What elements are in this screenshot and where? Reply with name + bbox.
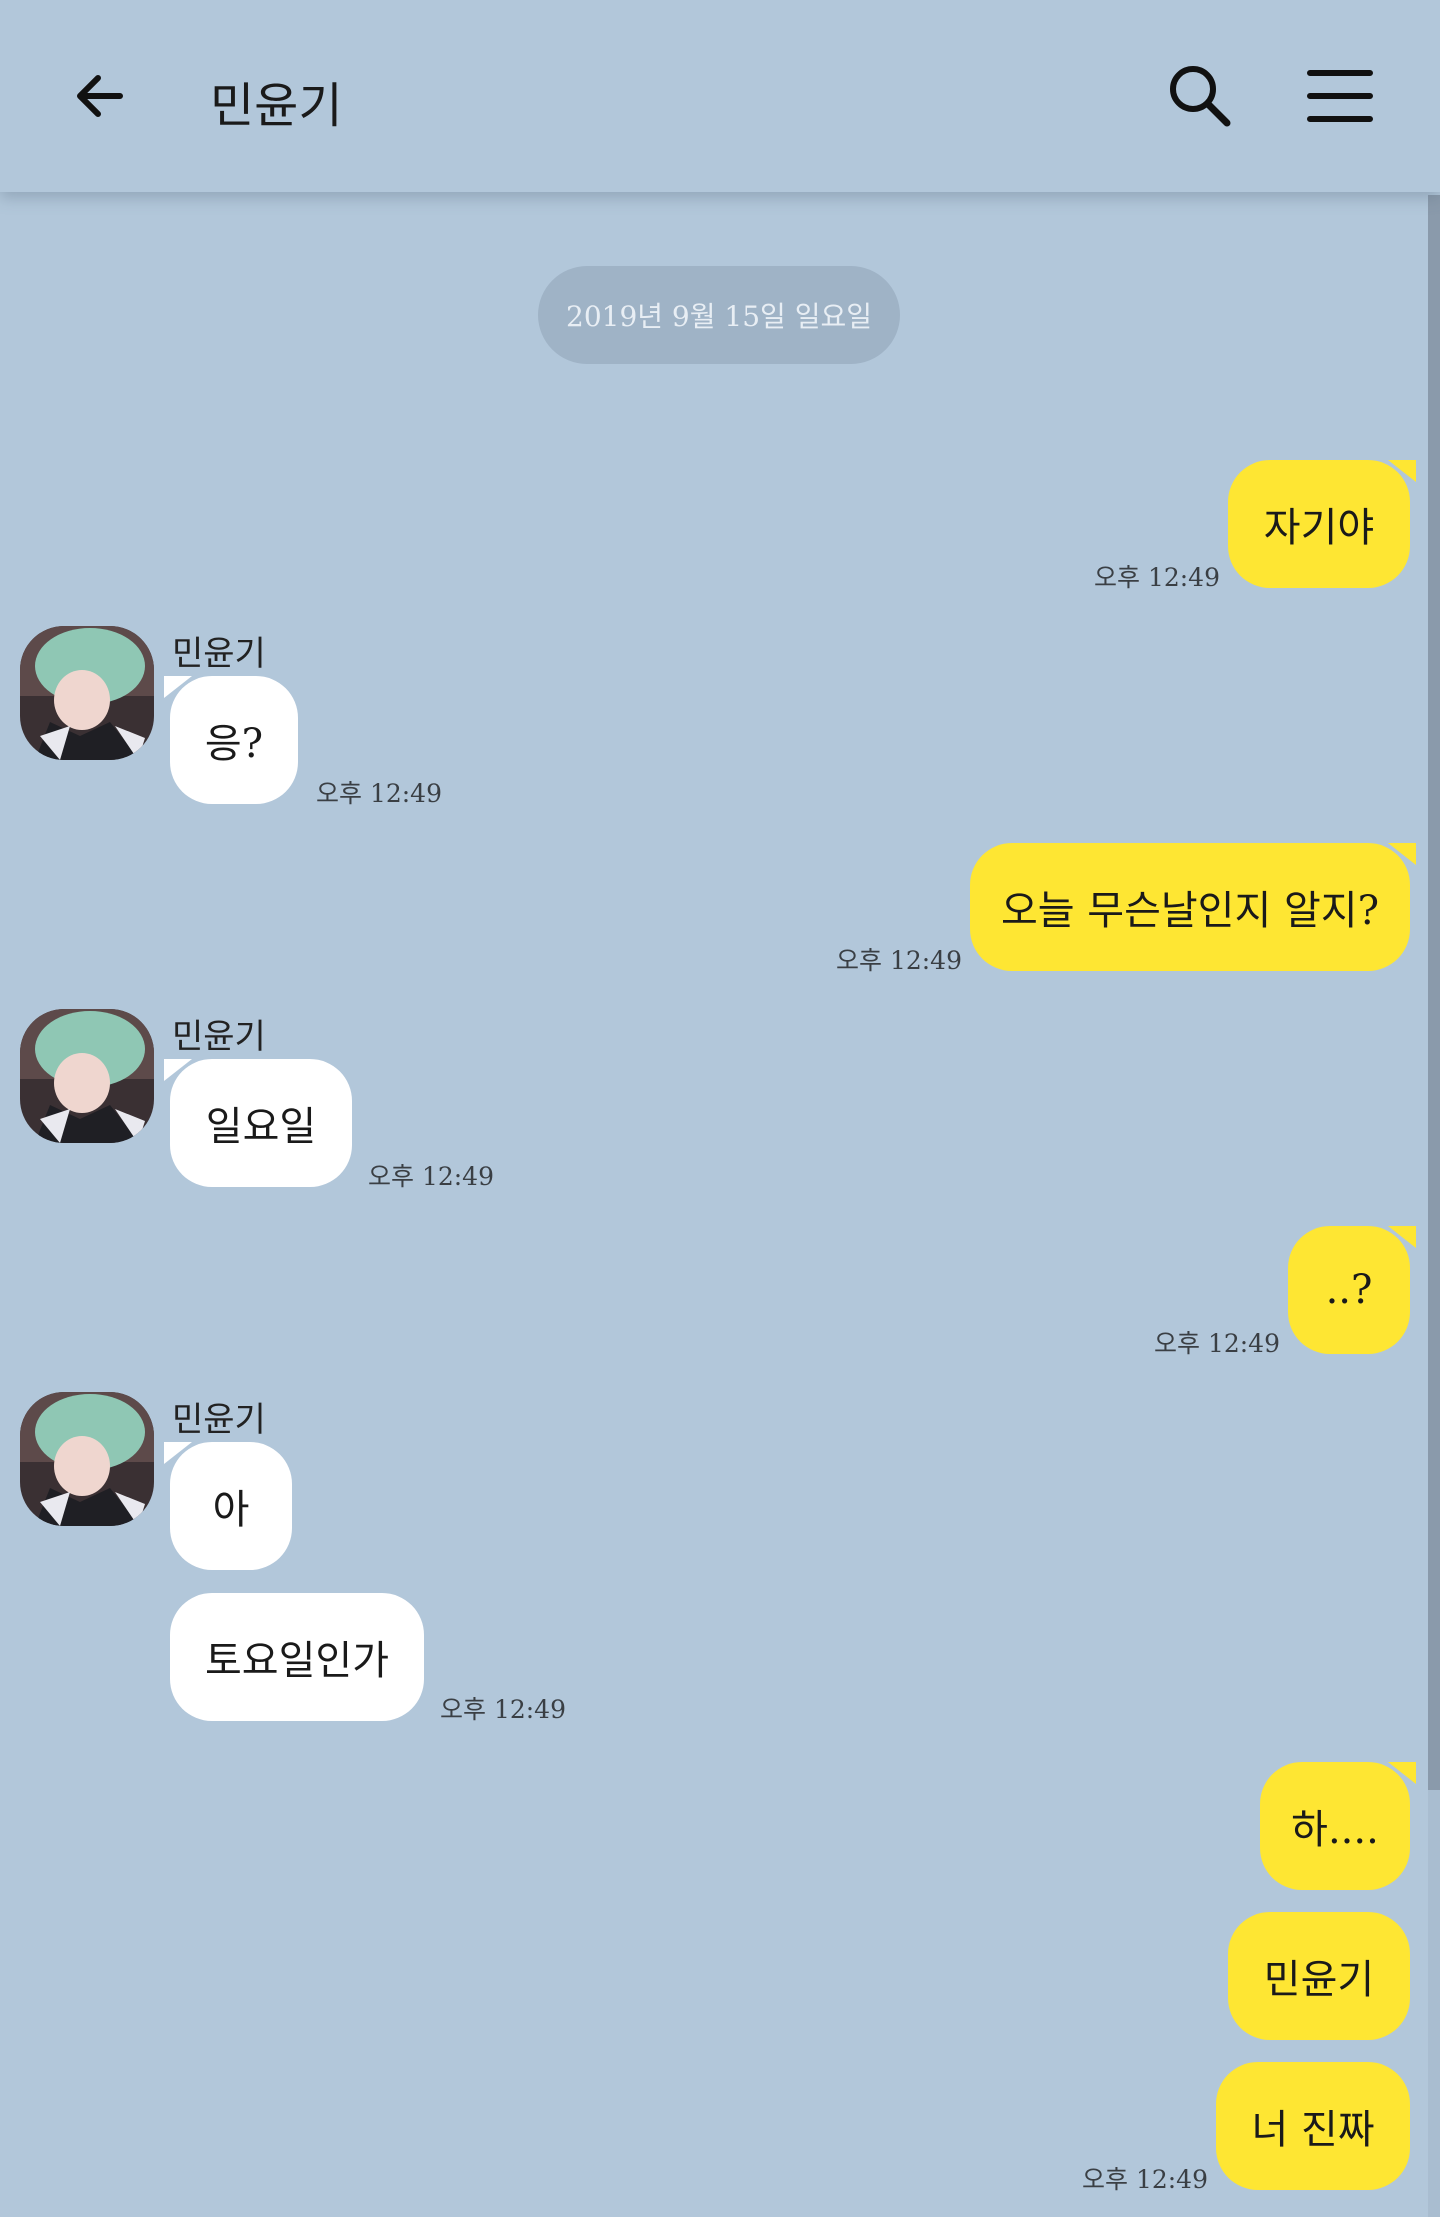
message-text: 하.... — [1291, 1807, 1379, 1853]
sender-name: 민윤기 — [172, 634, 266, 674]
date-divider: 2019년 9월 15일 일요일 — [538, 266, 900, 364]
hamburger-menu-icon — [1307, 70, 1373, 122]
my-message-bubble[interactable]: 오늘 무슨날인지 알지? — [970, 843, 1416, 971]
their-message-bubble[interactable]: 응? — [164, 676, 298, 804]
their-message-bubble[interactable]: 토요일인가 — [170, 1593, 424, 1721]
message-text: 아 — [212, 1487, 250, 1533]
my-message-bubble[interactable]: 자기야 — [1228, 460, 1416, 588]
message-text: 일요일 — [205, 1104, 317, 1150]
message-text: ..? — [1325, 1267, 1373, 1313]
avatar[interactable] — [20, 1392, 154, 1526]
bubble-tail — [164, 1442, 192, 1464]
bubble-tail — [1388, 843, 1416, 865]
message-time: 오후 12:49 — [1154, 1329, 1280, 1358]
profile-photo — [20, 626, 154, 760]
message-time: 오후 12:49 — [1082, 2165, 1208, 2194]
my-message-bubble[interactable]: ..? — [1288, 1226, 1416, 1354]
message-time: 오후 12:49 — [440, 1695, 566, 1724]
bubble-tail — [1388, 1226, 1416, 1248]
search-icon — [1170, 66, 1231, 127]
message-text: 응? — [204, 721, 264, 767]
chat-header: 민윤기 — [0, 0, 1440, 192]
message-text: 너 진짜 — [1251, 2107, 1375, 2153]
my-message-bubble[interactable]: 너 진짜 — [1216, 2062, 1410, 2190]
avatar[interactable] — [20, 1009, 154, 1143]
message-text: 민윤기 — [1263, 1957, 1375, 2003]
search-button[interactable] — [1160, 56, 1240, 136]
bubble-tail — [1388, 460, 1416, 482]
message-text: 자기야 — [1263, 505, 1375, 551]
avatar[interactable] — [20, 626, 154, 760]
chat-screen: 민윤기 2019년 9월 15일 일요일 자기야 오후 12:49 민윤기 응?… — [0, 0, 1440, 2217]
scrollbar[interactable] — [1428, 195, 1440, 2217]
back-button[interactable] — [60, 56, 140, 136]
sender-name: 민윤기 — [172, 1400, 266, 1440]
message-time: 오후 12:49 — [368, 1162, 494, 1191]
their-message-bubble[interactable]: 일요일 — [164, 1059, 352, 1187]
message-time: 오후 12:49 — [1094, 563, 1220, 592]
menu-button[interactable] — [1300, 56, 1380, 136]
my-message-bubble[interactable]: 민윤기 — [1228, 1912, 1410, 2040]
scrollbar-thumb[interactable] — [1428, 195, 1440, 1790]
bubble-tail — [1388, 1762, 1416, 1784]
message-text: 토요일인가 — [205, 1638, 389, 1684]
arrow-left-icon — [77, 75, 123, 117]
message-text: 오늘 무슨날인지 알지? — [1000, 888, 1380, 934]
sender-name: 민윤기 — [172, 1017, 266, 1057]
message-time: 오후 12:49 — [836, 946, 962, 975]
their-message-bubble[interactable]: 아 — [164, 1442, 292, 1570]
message-time: 오후 12:49 — [316, 779, 442, 808]
profile-photo — [20, 1392, 154, 1526]
chat-title: 민윤기 — [210, 78, 343, 134]
bubble-tail — [164, 1059, 192, 1081]
my-message-bubble[interactable]: 하.... — [1260, 1762, 1416, 1890]
bubble-tail — [164, 676, 192, 698]
profile-photo — [20, 1009, 154, 1143]
